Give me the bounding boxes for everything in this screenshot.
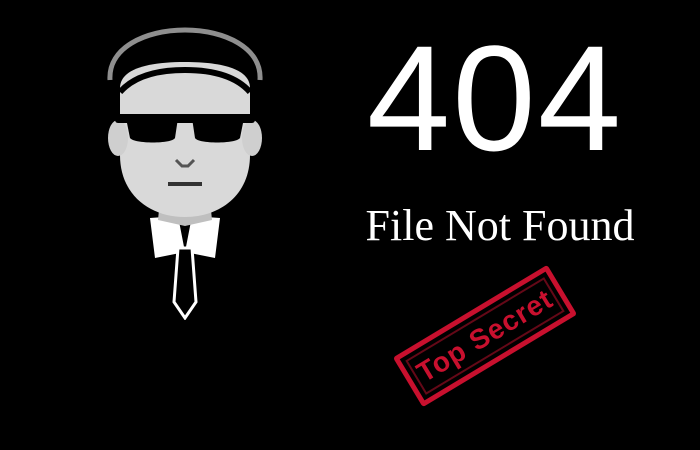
stamp-label: Top Secret <box>411 282 559 389</box>
error-message: File Not Found <box>365 201 635 250</box>
tie <box>172 246 198 320</box>
error-code: 404 <box>366 14 624 182</box>
error-page: 404 File Not Found Top Secret <box>0 0 700 450</box>
top-secret-stamp: Top Secret <box>392 264 578 408</box>
secret-agent-icon <box>60 27 310 320</box>
